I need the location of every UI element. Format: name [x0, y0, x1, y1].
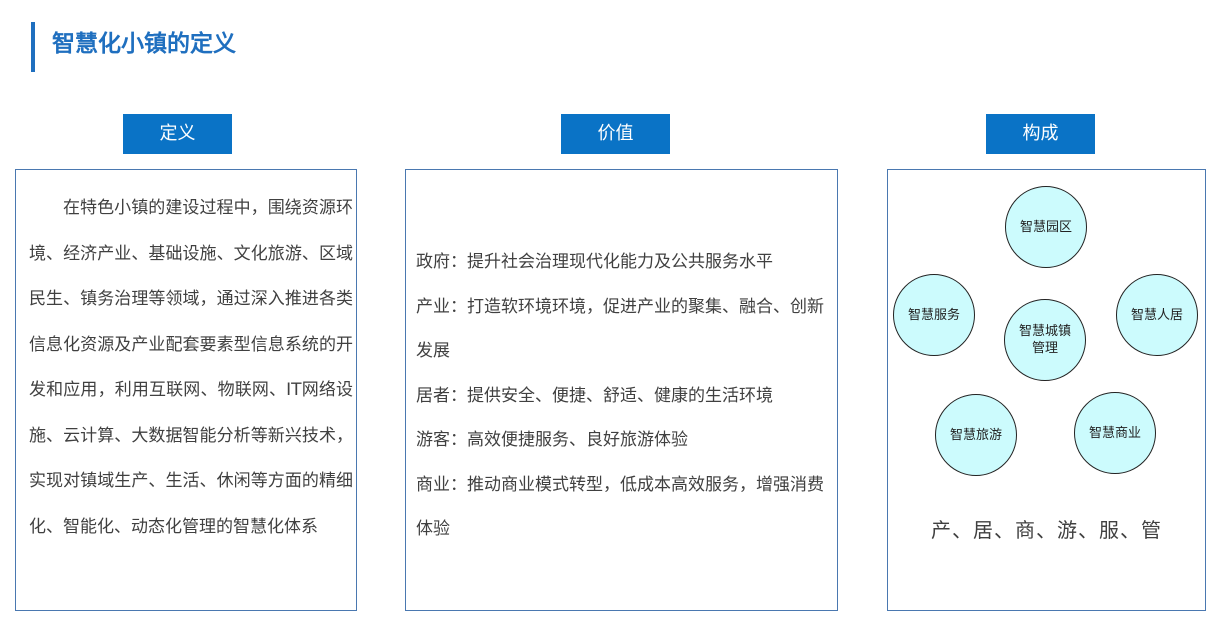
- circle-smart-tourism-label: 智慧旅游: [949, 427, 1002, 443]
- composition-summary: 产、居、商、游、服、管: [931, 518, 1162, 542]
- circle-smart-commerce-label: 智慧商业: [1088, 425, 1141, 441]
- value-header: 价值: [561, 114, 670, 154]
- page-title: 智慧化小镇的定义: [52, 31, 236, 57]
- value-item-residents: 居者：提供安全、便捷、舒适、健康的生活环境: [416, 385, 773, 406]
- circle-smart-living-label: 智慧人居: [1130, 307, 1183, 323]
- definition-panel: 在特色小镇的建设过程中，围绕资源环境、经济产业、基础设施、文化旅游、区域民生、镇…: [15, 169, 357, 611]
- circle-smart-town-management-label: 智慧城镇管理: [1018, 324, 1071, 356]
- composition-panel: 智慧园区 智慧服务 智慧城镇管理 智慧人居 智慧旅游 智慧商业 产、居、商、游、…: [887, 169, 1206, 611]
- circle-smart-town-management: 智慧城镇管理: [1004, 299, 1086, 381]
- value-item-commerce: 商业：推动商业模式转型，低成本高效服务，增强消费体验: [416, 474, 824, 540]
- value-item-government: 政府：提升社会治理现代化能力及公共服务水平: [416, 252, 773, 272]
- circle-smart-service: 智慧服务: [893, 274, 975, 356]
- value-list: 政府：提升社会治理现代化能力及公共服务水平 产业：打造软环境环境，促进产业的聚集…: [416, 240, 834, 552]
- circle-smart-tourism: 智慧旅游: [935, 394, 1017, 476]
- value-item-tourists: 游客：高效便捷服务、良好旅游体验: [416, 430, 688, 450]
- circle-smart-service-label: 智慧服务: [907, 307, 960, 323]
- circle-smart-park-label: 智慧园区: [1019, 219, 1072, 235]
- definition-header: 定义: [123, 114, 232, 154]
- title-accent-bar: [31, 22, 35, 72]
- circle-smart-living: 智慧人居: [1116, 274, 1198, 356]
- circle-smart-park: 智慧园区: [1005, 186, 1087, 268]
- definition-text: 在特色小镇的建设过程中，围绕资源环境、经济产业、基础设施、文化旅游、区域民生、镇…: [29, 198, 353, 537]
- circle-smart-commerce: 智慧商业: [1074, 392, 1156, 474]
- value-panel: 政府：提升社会治理现代化能力及公共服务水平 产业：打造软环境环境，促进产业的聚集…: [405, 169, 838, 611]
- composition-header: 构成: [986, 114, 1095, 154]
- value-item-industry: 产业：打造软环境环境，促进产业的聚集、融合、创新发展: [416, 296, 824, 362]
